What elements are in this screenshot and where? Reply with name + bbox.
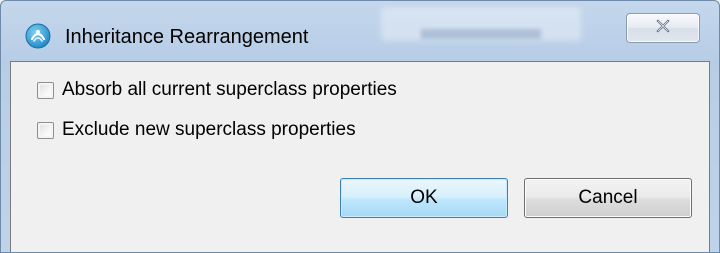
dialog-window: Inheritance Rearrangement Absorb all cur… [0,0,720,253]
exclude-properties-checkbox[interactable] [37,121,54,139]
absorb-properties-checkbox[interactable] [37,81,54,99]
title-bar[interactable]: Inheritance Rearrangement [1,1,719,61]
absorb-properties-label[interactable]: Absorb all current superclass properties [62,79,397,101]
absorb-properties-option[interactable]: Absorb all current superclass properties [37,77,397,103]
cancel-button[interactable]: Cancel [524,178,692,218]
close-button[interactable] [626,13,700,43]
ok-button[interactable]: OK [340,178,508,218]
exclude-properties-label[interactable]: Exclude new superclass properties [62,119,356,141]
dialog-title: Inheritance Rearrangement [65,26,309,48]
close-icon [655,18,671,38]
app-icon [25,23,51,49]
exclude-properties-option[interactable]: Exclude new superclass properties [37,117,356,143]
dialog-content: Absorb all current superclass properties… [10,61,710,252]
